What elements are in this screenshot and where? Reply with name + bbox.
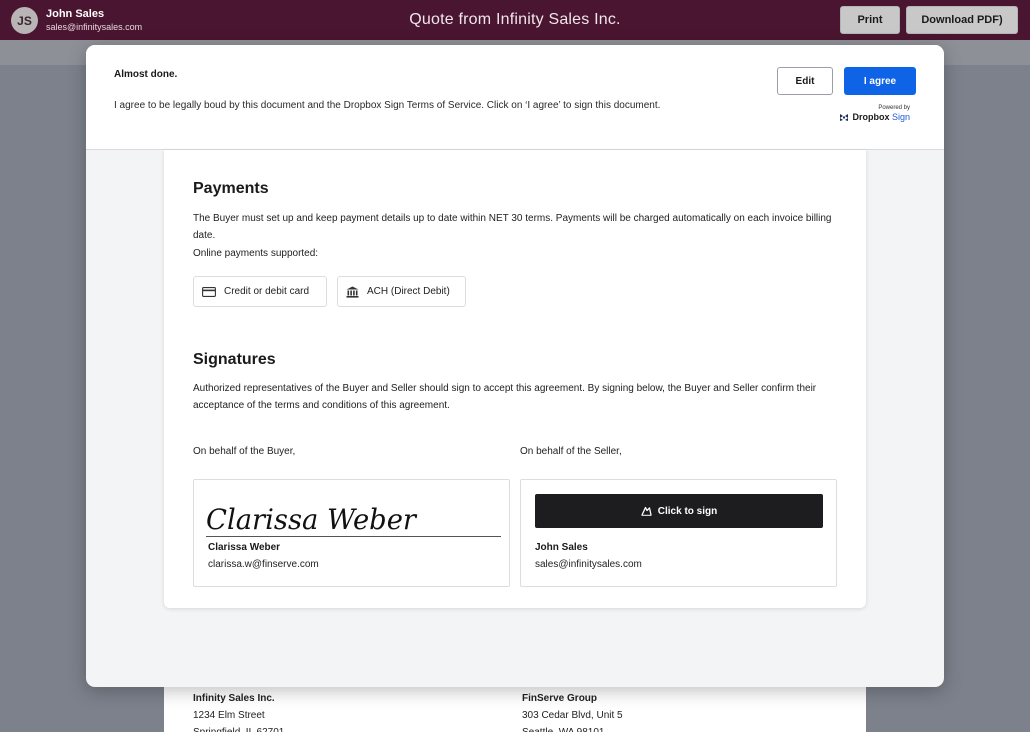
buyer-signer-name: Clarissa Weber [208, 542, 281, 553]
payments-heading: Payments [193, 180, 269, 197]
download-pdf-button[interactable]: Download PDF) [906, 6, 1018, 34]
dropbox-logo-icon [840, 113, 849, 121]
dropbox-sign-logo: Dropbox Sign [838, 112, 910, 122]
buyer-city: Seattle, WA 98101 [522, 724, 623, 732]
buyer-street: 303 Cedar Blvd, Unit 5 [522, 710, 623, 721]
powered-by-label: Powered by [878, 105, 910, 111]
brand-name: Dropbox [852, 112, 890, 122]
buyer-signer-email: clarissa.w@finserve.com [208, 559, 319, 570]
app-header: JS John Sales sales@infinitysales.com Qu… [0, 0, 1030, 40]
payment-method-ach: ACH (Direct Debit) [337, 276, 466, 307]
i-agree-button[interactable]: I agree [844, 67, 916, 95]
bank-icon [346, 286, 359, 298]
payments-body: The Buyer must set up and keep payment d… [193, 213, 832, 241]
click-to-sign-button[interactable]: Click to sign [535, 494, 823, 528]
agreement-text: I agree to be legally boud by this docum… [114, 100, 661, 111]
seller-company-name: Infinity Sales Inc. [193, 693, 275, 704]
seller-signer-name: John Sales [535, 542, 588, 553]
print-button[interactable]: Print [840, 6, 900, 34]
payment-method-card: Credit or debit card [193, 276, 327, 307]
brand-text: Dropbox Sign [852, 112, 910, 122]
signatures-body: Authorized representatives of the Buyer … [193, 383, 817, 411]
signature-text: Clarissa Weber [206, 503, 418, 536]
click-to-sign-label: Click to sign [657, 505, 718, 517]
online-payments-label: Online payments supported: [193, 248, 319, 259]
payment-method-label: Credit or debit card [224, 286, 310, 297]
seller-signer-email: sales@infinitysales.com [535, 559, 642, 570]
signature-pen-icon [641, 506, 652, 516]
document-card: Payments The Buyer must set up and keep … [164, 150, 866, 608]
signature-line [206, 536, 501, 537]
payment-method-label: ACH (Direct Debit) [367, 286, 450, 297]
buyer-behalf-label: On behalf of the Buyer, [193, 446, 296, 457]
modal-header: Almost done. I agree to be legally boud … [86, 45, 944, 150]
modal-heading: Almost done. [114, 69, 178, 80]
seller-address: Infinity Sales Inc. 1234 Elm Street Spri… [193, 690, 284, 732]
seller-behalf-label: On behalf of the Seller, [520, 446, 622, 457]
seller-street: 1234 Elm Street [193, 710, 265, 721]
seller-signature-box: Click to sign John Sales sales@infinitys… [520, 479, 837, 587]
edit-button[interactable]: Edit [777, 67, 833, 95]
seller-city: Springfield, IL 62701 [193, 724, 284, 732]
buyer-address: FinServe Group 303 Cedar Blvd, Unit 5 Se… [522, 690, 623, 732]
brand-product: Sign [891, 112, 910, 122]
signatures-heading: Signatures [193, 351, 276, 368]
buyer-signature-box: Clarissa Weber Clarissa Weber clarissa.w… [193, 479, 510, 587]
buyer-company-name: FinServe Group [522, 693, 598, 704]
credit-card-icon [202, 286, 216, 297]
signing-modal: Almost done. I agree to be legally boud … [86, 45, 944, 687]
buyer-signature: Clarissa Weber [206, 503, 418, 536]
